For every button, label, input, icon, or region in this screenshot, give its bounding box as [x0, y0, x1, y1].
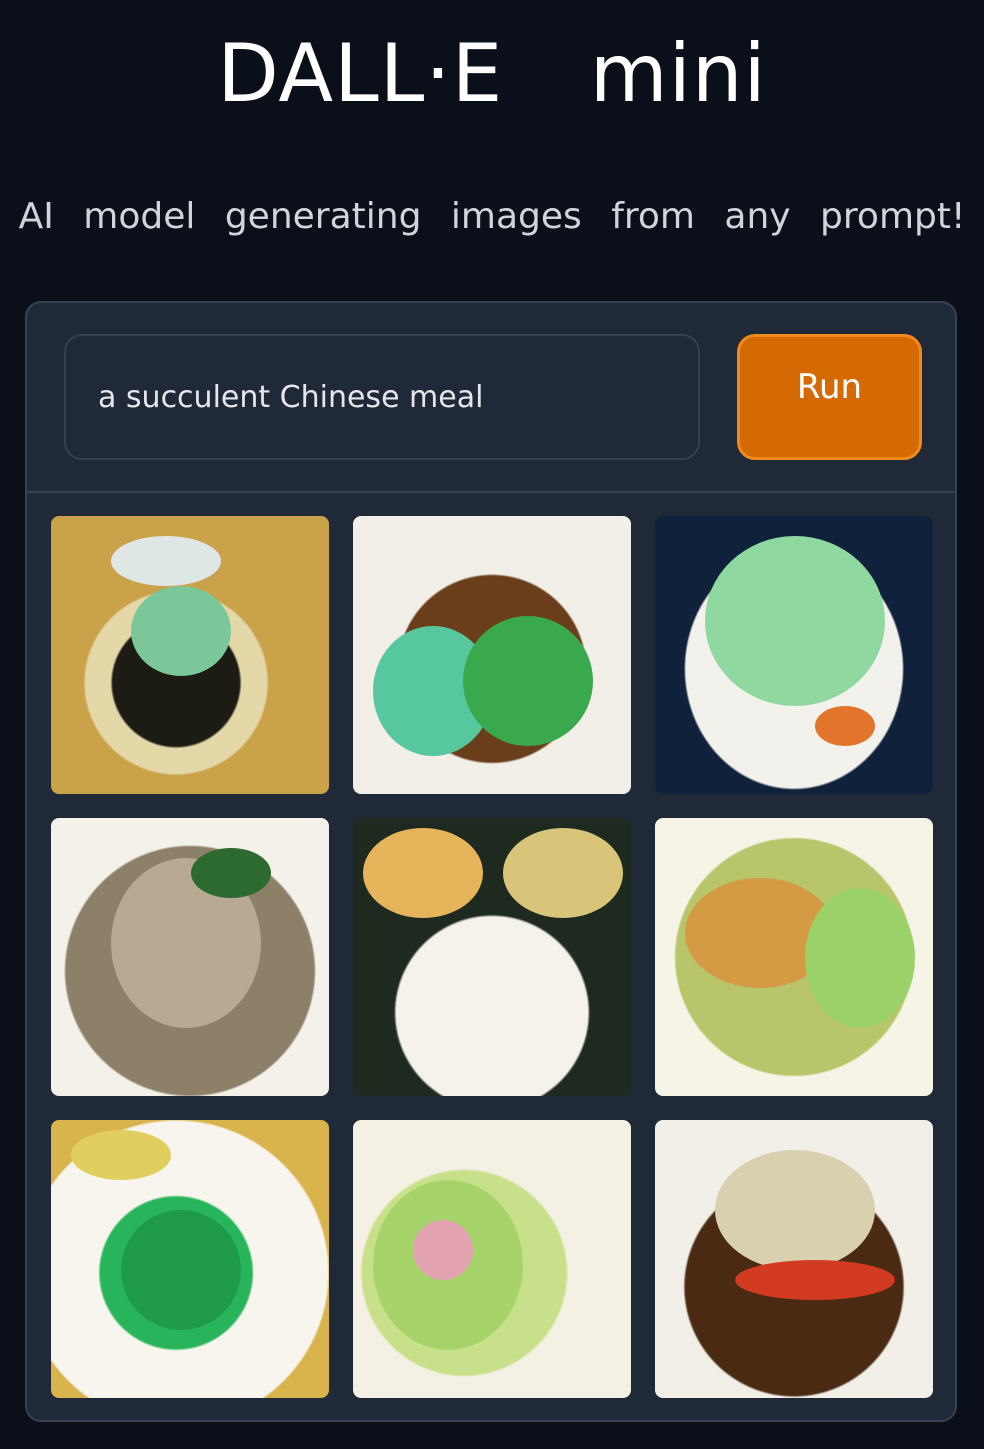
- prompt-bar: Run: [27, 303, 955, 493]
- generated-image-4[interactable]: [51, 818, 329, 1096]
- generated-image-1[interactable]: [51, 516, 329, 794]
- generated-image-3[interactable]: [655, 516, 933, 794]
- app-subtitle: AI model generating images from any prom…: [18, 196, 966, 237]
- generated-image-6[interactable]: [655, 818, 933, 1096]
- generated-image-7[interactable]: [51, 1120, 329, 1398]
- generated-image-9[interactable]: [655, 1120, 933, 1398]
- generated-image-5[interactable]: [353, 818, 631, 1096]
- generated-image-2[interactable]: [353, 516, 631, 794]
- generator-panel: Run: [25, 301, 957, 1422]
- prompt-input[interactable]: [64, 334, 700, 460]
- run-button[interactable]: Run: [737, 334, 922, 460]
- image-grid: [51, 516, 935, 1398]
- generated-image-8[interactable]: [353, 1120, 631, 1398]
- app-title: DALL·E mini: [217, 27, 767, 120]
